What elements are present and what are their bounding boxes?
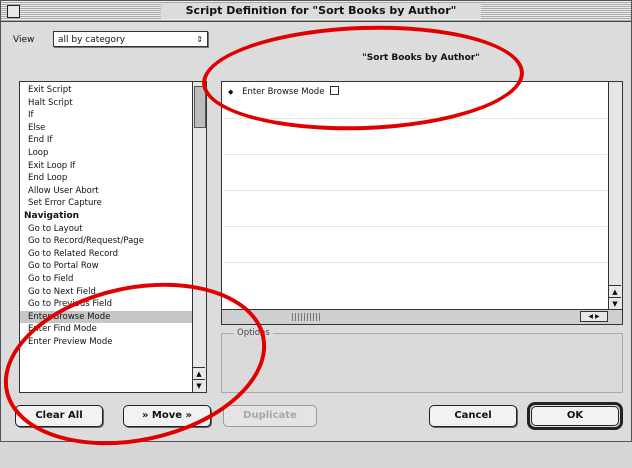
list-item[interactable]: Go to Layout xyxy=(20,223,206,236)
list-item[interactable]: Enter Find Mode xyxy=(20,323,206,336)
ok-button-label: OK xyxy=(531,406,619,426)
list-category-heading: Navigation xyxy=(24,210,80,221)
divider xyxy=(223,226,607,227)
list-item[interactable]: Exit Script xyxy=(20,84,206,97)
list-item[interactable]: Go to Related Record xyxy=(20,248,206,261)
list-item[interactable]: Go to Next Field xyxy=(20,286,206,299)
list-item[interactable]: Go to Record/Request/Page xyxy=(20,235,206,248)
list-item[interactable]: If xyxy=(20,109,206,122)
script-horizontal-scrollbar[interactable]: ◀ ▶ xyxy=(222,309,622,324)
view-popup-menu[interactable]: all by category ⇕ xyxy=(53,31,208,47)
duplicate-button: Duplicate xyxy=(223,405,317,427)
script-scrollbar[interactable]: ▲ ▼ xyxy=(608,82,622,310)
ok-button[interactable]: OK xyxy=(527,402,623,430)
scroll-left-right-arrows-icon[interactable]: ◀ ▶ xyxy=(580,311,608,322)
step-diamond-icon: ◆ xyxy=(228,88,234,96)
script-name: "Sort Books by Author" xyxy=(362,53,480,63)
step-checkbox-icon[interactable] xyxy=(330,86,340,95)
divider xyxy=(223,118,607,119)
title-bar[interactable]: Script Definition for "Sort Books by Aut… xyxy=(1,1,631,22)
list-item[interactable]: End Loop xyxy=(20,172,206,185)
view-label: View xyxy=(13,35,35,45)
list-item[interactable]: Exit Loop If xyxy=(20,160,206,173)
list-item[interactable]: Go to Portal Row xyxy=(20,260,206,273)
window-title: Script Definition for "Sort Books by Aut… xyxy=(161,3,481,19)
script-line-text: Enter Browse Mode xyxy=(242,87,325,97)
cancel-button[interactable]: Cancel xyxy=(429,405,517,427)
list-item[interactable]: Allow User Abort xyxy=(20,185,206,198)
list-item[interactable]: Enter Preview Mode xyxy=(20,336,206,349)
steps-scroll-thumb[interactable] xyxy=(194,86,206,128)
view-popup-value: all by category xyxy=(58,35,126,45)
list-item[interactable]: Set Error Capture xyxy=(20,197,206,210)
list-item[interactable]: End If xyxy=(20,134,206,147)
divider xyxy=(223,154,607,155)
move-button[interactable]: » Move » xyxy=(123,405,211,427)
list-item[interactable]: Halt Script xyxy=(20,97,206,110)
popup-arrows-icon: ⇕ xyxy=(196,35,203,44)
close-box-icon[interactable] xyxy=(7,5,20,18)
options-group: Options xyxy=(221,328,623,393)
divider xyxy=(223,262,607,263)
list-item[interactable]: Enter Browse Mode xyxy=(20,310,206,324)
script-area[interactable]: ◆ Enter Browse Mode ▲ ▼ ◀ ▶ xyxy=(221,81,623,325)
steps-items: Exit Script Halt Script If Else End If Loop Ex… xyxy=(20,82,206,348)
script-definition-window: Script Definition for "Sort Books by Aut… xyxy=(0,0,632,442)
steps-scrollbar[interactable]: ▲ ▼ xyxy=(192,82,206,392)
script-line[interactable]: ◆ Enter Browse Mode xyxy=(228,86,340,97)
script-steps-list[interactable]: Exit Script Halt Script If Else End If Loop Ex… xyxy=(19,81,207,393)
list-item[interactable]: Else xyxy=(20,122,206,135)
list-item[interactable]: Go to Previous Field xyxy=(20,298,206,311)
scroll-grip-icon[interactable] xyxy=(292,313,320,321)
clear-all-button[interactable]: Clear All xyxy=(15,405,103,427)
list-item[interactable]: Loop xyxy=(20,147,206,160)
list-item[interactable]: Go to Field xyxy=(20,273,206,286)
scroll-down-arrow-icon[interactable]: ▼ xyxy=(193,379,205,392)
divider xyxy=(223,190,607,191)
options-label: Options xyxy=(234,328,273,338)
